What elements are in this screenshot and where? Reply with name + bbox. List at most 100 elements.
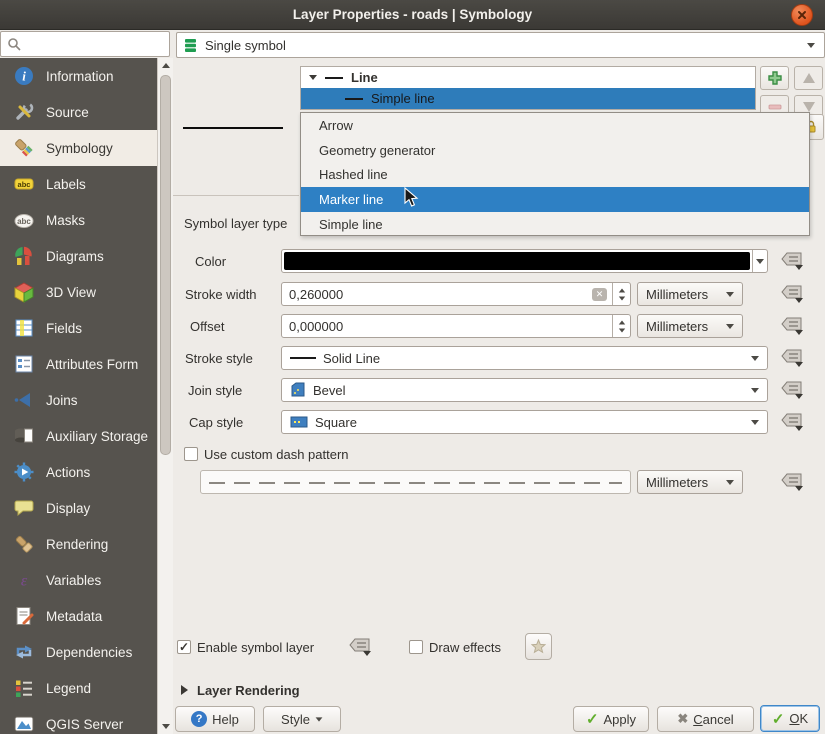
offset-override-button[interactable] — [779, 316, 805, 336]
dropdown-option-geometry-generator[interactable]: Geometry generator — [301, 138, 809, 163]
dropdown-option-simple-line[interactable]: Simple line — [301, 212, 809, 237]
sidebar-item-label: Information — [46, 69, 114, 84]
chevron-down-icon — [316, 717, 323, 721]
data-defined-override-icon — [780, 381, 804, 400]
offset-label: Offset — [190, 319, 224, 334]
source-icon — [12, 101, 36, 123]
move-up-button[interactable] — [794, 66, 823, 90]
dropdown-option-arrow[interactable]: Arrow — [301, 113, 809, 138]
sidebar-item-labels[interactable]: abc Labels — [0, 166, 157, 202]
dependencies-icon — [12, 641, 36, 663]
data-defined-override-icon — [348, 638, 372, 657]
svg-text:abc: abc — [18, 180, 31, 189]
dash-override-button[interactable] — [779, 472, 805, 492]
search-input[interactable] — [0, 31, 170, 57]
separator — [173, 195, 299, 196]
sidebar-item-information[interactable]: iInformation — [0, 58, 157, 94]
sidebar-scrollbar[interactable] — [157, 58, 173, 734]
cap-style-override-button[interactable] — [779, 412, 805, 432]
display-icon — [12, 497, 36, 519]
symbol-layer-type-label: Symbol layer type — [184, 216, 287, 231]
enable-layer-override-button[interactable] — [347, 637, 373, 657]
dash-pattern-icon — [209, 482, 622, 484]
properties-sidebar: iInformationSourceSymbologyabcLabelsabcM… — [0, 58, 157, 734]
scroll-down-icon[interactable] — [158, 719, 174, 734]
tree-item-line[interactable]: Line — [301, 67, 755, 88]
apply-button-label: Apply — [604, 712, 637, 727]
star-icon — [531, 639, 546, 654]
sidebar-item-source[interactable]: Source — [0, 94, 157, 130]
color-override-button[interactable] — [779, 251, 805, 271]
enable-symbol-layer-label: Enable symbol layer — [197, 640, 314, 655]
legend-icon — [12, 677, 36, 699]
sidebar-item-symbology[interactable]: Symbology — [0, 130, 157, 166]
apply-button[interactable]: ✓ Apply — [573, 706, 649, 732]
enable-symbol-layer-checkbox[interactable]: ✓ — [177, 640, 191, 654]
renderer-combobox[interactable]: Single symbol — [176, 32, 825, 58]
clear-icon[interactable]: ✕ — [592, 288, 607, 301]
stroke-width-unit-combobox[interactable]: Millimeters — [637, 282, 743, 306]
sidebar-item-masks[interactable]: abcMasks — [0, 202, 157, 238]
scrollbar-thumb[interactable] — [160, 75, 171, 455]
use-custom-dash-checkbox[interactable] — [184, 447, 198, 461]
close-button[interactable] — [791, 4, 813, 26]
sidebar-item-qgis-server[interactable]: QGIS Server — [0, 706, 157, 734]
symbol-layers-tree: Line Simple line — [300, 66, 756, 110]
expand-right-icon[interactable] — [181, 685, 188, 695]
color-button[interactable] — [281, 249, 768, 273]
help-button[interactable]: ? Help — [175, 706, 255, 732]
stroke-width-stepper[interactable] — [612, 283, 630, 305]
join-style-combobox[interactable]: Bevel — [281, 378, 768, 402]
labels-icon: abc — [12, 173, 36, 195]
color-dropdown-arrow[interactable] — [752, 250, 767, 272]
dropdown-option-hashed-line[interactable]: Hashed line — [301, 163, 809, 188]
chevron-down-icon — [751, 420, 759, 425]
sidebar-item-display[interactable]: Display — [0, 490, 157, 526]
chevron-down-icon — [726, 324, 734, 329]
sidebar-item-metadata[interactable]: Metadata — [0, 598, 157, 634]
sidebar-item-joins[interactable]: Joins — [0, 382, 157, 418]
expander-icon[interactable] — [309, 75, 317, 80]
offset-input[interactable]: 0,000000 — [281, 314, 631, 338]
join-style-override-button[interactable] — [779, 380, 805, 400]
offset-unit-combobox[interactable]: Millimeters — [637, 314, 743, 338]
sidebar-item-legend[interactable]: Legend — [0, 670, 157, 706]
stroke-style-combobox[interactable]: Solid Line — [281, 346, 768, 370]
layer-rendering-toggle[interactable]: Layer Rendering — [197, 683, 300, 698]
stroke-width-input[interactable]: 0,260000 ✕ — [281, 282, 631, 306]
cancel-button[interactable]: ✖ Cancel — [657, 706, 754, 732]
scroll-up-icon[interactable] — [158, 58, 174, 73]
tree-item-simple-line[interactable]: Simple line — [301, 88, 755, 109]
sidebar-item-variables[interactable]: εVariables — [0, 562, 157, 598]
data-defined-override-icon — [780, 252, 804, 271]
dropdown-option-marker-line[interactable]: Marker line — [301, 187, 809, 212]
sidebar-item-auxiliary-storage[interactable]: Auxiliary Storage — [0, 418, 157, 454]
svg-text:abc: abc — [17, 217, 31, 226]
sidebar-item-rendering[interactable]: Rendering — [0, 526, 157, 562]
sidebar-item-label: Labels — [46, 177, 86, 192]
bevel-join-icon — [290, 382, 306, 398]
layer-properties-dialog: Layer Properties - roads | Symbology Sin… — [0, 0, 825, 734]
ok-button[interactable]: ✓ OK — [760, 705, 820, 732]
sidebar-item-attributes-form[interactable]: Attributes Form — [0, 346, 157, 382]
tree-child-label: Simple line — [371, 91, 435, 106]
sidebar-item-diagrams[interactable]: Diagrams — [0, 238, 157, 274]
dash-unit-combobox[interactable]: Millimeters — [637, 470, 743, 494]
line-symbol-icon — [325, 77, 343, 79]
stroke-style-override-button[interactable] — [779, 348, 805, 368]
offset-stepper[interactable] — [612, 315, 630, 337]
sidebar-item-actions[interactable]: Actions — [0, 454, 157, 490]
style-button[interactable]: Style — [263, 706, 341, 732]
stroke-width-override-button[interactable] — [779, 284, 805, 304]
dash-pattern-preview[interactable] — [200, 470, 631, 494]
ok-button-label: OK — [789, 711, 808, 726]
add-symbol-layer-button[interactable] — [760, 66, 789, 90]
draw-effects-checkbox[interactable] — [409, 640, 423, 654]
sidebar-item-label: Dependencies — [46, 645, 132, 660]
sidebar-item-fields[interactable]: Fields — [0, 310, 157, 346]
effects-customize-button[interactable] — [525, 633, 552, 660]
stroke-style-value: Solid Line — [323, 351, 380, 366]
sidebar-item-3d-view[interactable]: 3D View — [0, 274, 157, 310]
cap-style-combobox[interactable]: Square — [281, 410, 768, 434]
sidebar-item-dependencies[interactable]: Dependencies — [0, 634, 157, 670]
